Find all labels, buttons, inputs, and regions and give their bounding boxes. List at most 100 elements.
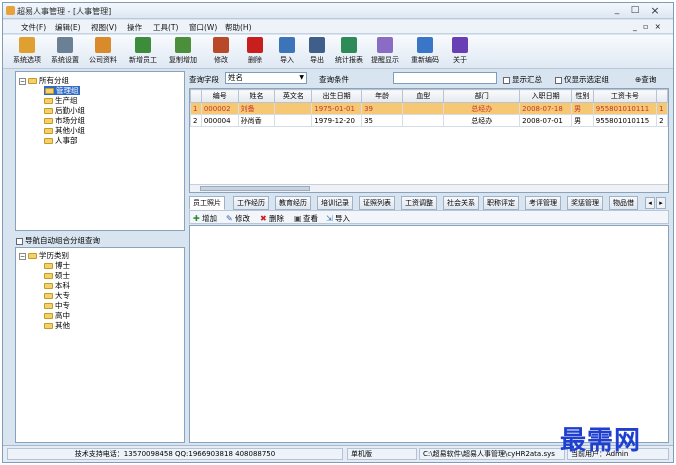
col-header-english-name[interactable]: 英文名 [274, 89, 313, 103]
tab-photo[interactable]: 员工照片 [189, 196, 225, 210]
col-header-name[interactable]: 姓名 [237, 89, 276, 103]
tree-item-secondary[interactable]: 中专 [44, 301, 70, 310]
detail-content-area [189, 225, 669, 443]
col-header-more[interactable] [656, 89, 668, 103]
tab-salary-adjust[interactable]: 工资调整 [401, 196, 437, 210]
table-row[interactable]: 1 000002 刘备 1975-01-01 39 总经办 2008-07-18… [190, 102, 668, 115]
tree-item-production[interactable]: 生产组 [44, 96, 78, 105]
col-header-id[interactable]: 编号 [200, 89, 239, 103]
auto-group-query-toggle[interactable]: 导航自动组合分组查询 [16, 235, 100, 246]
tab-scroll-left[interactable]: ◂ [645, 197, 655, 209]
maximize-button[interactable]: □ [627, 5, 643, 17]
question-icon [452, 37, 468, 53]
tab-social-relations[interactable]: 社会关系 [443, 196, 479, 210]
menu-window[interactable]: 窗口(W) [189, 22, 217, 33]
tab-appraisal[interactable]: 考评管理 [525, 196, 561, 210]
menu-tools[interactable]: 工具(T) [153, 22, 178, 33]
tab-work-history[interactable]: 工作经历 [233, 196, 269, 210]
folder-icon [44, 98, 53, 104]
show-summary-checkbox[interactable]: 显示汇总 [503, 74, 542, 85]
edit-icon: ✎ [226, 214, 233, 223]
tab-scroll-right[interactable]: ▸ [656, 197, 666, 209]
menu-edit[interactable]: 编辑(E) [55, 22, 81, 33]
tree-root-all-groups[interactable]: − 所有分组 [19, 76, 69, 85]
menu-help[interactable]: 帮助(H) [225, 22, 252, 33]
recode-button[interactable]: 重新编码 [407, 37, 443, 67]
title-bar: 超易人事管理 - [人事管理] _ □ × [3, 3, 673, 19]
detail-import-button[interactable]: ⇲ 导入 [326, 213, 350, 224]
tab-title-evaluation[interactable]: 职称评定 [483, 196, 519, 210]
tab-item-loan[interactable]: 物品借 [609, 196, 638, 210]
system-settings-button[interactable]: 系统设置 [47, 37, 83, 67]
mdi-window-controls[interactable]: _ ▫ × [633, 22, 663, 31]
col-header-department[interactable]: 部门 [443, 89, 521, 103]
window-title: 超易人事管理 - [人事管理] [17, 7, 112, 16]
detail-edit-button[interactable]: ✎ 修改 [226, 213, 250, 224]
add-employee-button[interactable]: 新增员工 [125, 37, 161, 67]
col-header-salary-card[interactable]: 工资卡号 [592, 89, 658, 103]
tree-item-edu-other[interactable]: 其他 [44, 321, 70, 330]
statistics-report-button[interactable]: 统计报表 [331, 37, 367, 67]
tab-education[interactable]: 教育经历 [275, 196, 311, 210]
folder-icon [44, 273, 53, 279]
tree-item-market[interactable]: 市场分组 [44, 116, 85, 125]
detail-tabs: 员工照片 工作经历 教育经历 培训记录 证照列表 工资调整 社会关系 职称评定 … [189, 196, 669, 210]
about-button[interactable]: 关于 [447, 37, 473, 67]
import-icon [279, 37, 295, 53]
tab-certificates[interactable]: 证照列表 [359, 196, 395, 210]
query-cond-input[interactable] [393, 72, 497, 84]
add-user-icon [135, 37, 151, 53]
edit-button[interactable]: 修改 [207, 37, 235, 67]
copy-add-button[interactable]: 复制增加 [165, 37, 201, 67]
folder-icon [44, 313, 53, 319]
tree-item-hr[interactable]: 人事部 [44, 136, 78, 145]
watermark-logo: 最需网 [560, 426, 642, 456]
col-header-birthdate[interactable]: 出生日期 [311, 89, 363, 103]
tree-item-college[interactable]: 大专 [44, 291, 70, 300]
tree-root-education[interactable]: − 学历类别 [19, 251, 69, 260]
table-row[interactable]: 2 000004 孙尚香 1979-12-20 35 总经办 2008-07-0… [190, 114, 668, 127]
add-icon: ✚ [193, 214, 200, 223]
detail-add-button[interactable]: ✚ 增加 [193, 213, 217, 224]
query-field-select[interactable]: 姓名 ▼ [225, 72, 307, 84]
menu-operate[interactable]: 操作 [127, 22, 142, 33]
menu-view[interactable]: 视图(V) [91, 22, 117, 33]
delete-icon: ✖ [260, 214, 267, 223]
tab-training[interactable]: 培训记录 [317, 196, 353, 210]
minimize-button[interactable]: _ [609, 5, 625, 17]
group-tree-panel: − 所有分组 管理组 生产组 后勤小组 市场分组 其他小组 人事部 [15, 71, 185, 231]
tab-rewards[interactable]: 奖惩管理 [567, 196, 603, 210]
query-button[interactable]: ⊕查询 [635, 74, 656, 85]
col-header-blood-type[interactable]: 血型 [402, 89, 445, 103]
folder-icon [28, 253, 37, 259]
company-info-button[interactable]: 公司资料 [85, 37, 121, 67]
menu-file[interactable]: 文件(F) [21, 22, 46, 33]
reminder-display-button[interactable]: 提醒显示 [367, 37, 403, 67]
close-button[interactable]: × [647, 5, 663, 17]
detail-delete-button[interactable]: ✖ 删除 [260, 213, 284, 224]
col-header-gender[interactable]: 性别 [571, 89, 594, 103]
tree-item-other[interactable]: 其他小组 [44, 126, 85, 135]
horizontal-scrollbar[interactable] [190, 184, 668, 192]
tree-item-bachelor[interactable]: 本科 [44, 281, 70, 290]
education-tree-panel: − 学历类别 博士 硕士 本科 大专 中专 高中 其他 [15, 247, 185, 443]
tree-item-master[interactable]: 硕士 [44, 271, 70, 280]
col-header-hire-date[interactable]: 入职日期 [519, 89, 573, 103]
recode-icon [417, 37, 433, 53]
tree-item-management[interactable]: 管理组 [44, 86, 80, 95]
selected-group-only-checkbox[interactable]: 仅显示选定组 [555, 74, 609, 85]
folder-icon [44, 108, 53, 114]
detail-view-button[interactable]: ▣查看 [294, 213, 318, 224]
main-toolbar: 系统选项 系统设置 公司资料 新增员工 复制增加 修改 删除 导入 导出 统计报… [3, 35, 673, 69]
col-header-age[interactable]: 年龄 [361, 89, 404, 103]
import-button[interactable]: 导入 [273, 37, 301, 67]
tree-item-highschool[interactable]: 高中 [44, 311, 70, 320]
export-button[interactable]: 导出 [303, 37, 331, 67]
col-header-index[interactable] [190, 89, 202, 103]
scrollbar-thumb[interactable] [200, 186, 310, 191]
tree-item-logistics[interactable]: 后勤小组 [44, 106, 85, 115]
tree-item-doctor[interactable]: 博士 [44, 261, 70, 270]
delete-button[interactable]: 删除 [241, 37, 269, 67]
folder-icon [44, 283, 53, 289]
system-options-button[interactable]: 系统选项 [9, 37, 45, 67]
